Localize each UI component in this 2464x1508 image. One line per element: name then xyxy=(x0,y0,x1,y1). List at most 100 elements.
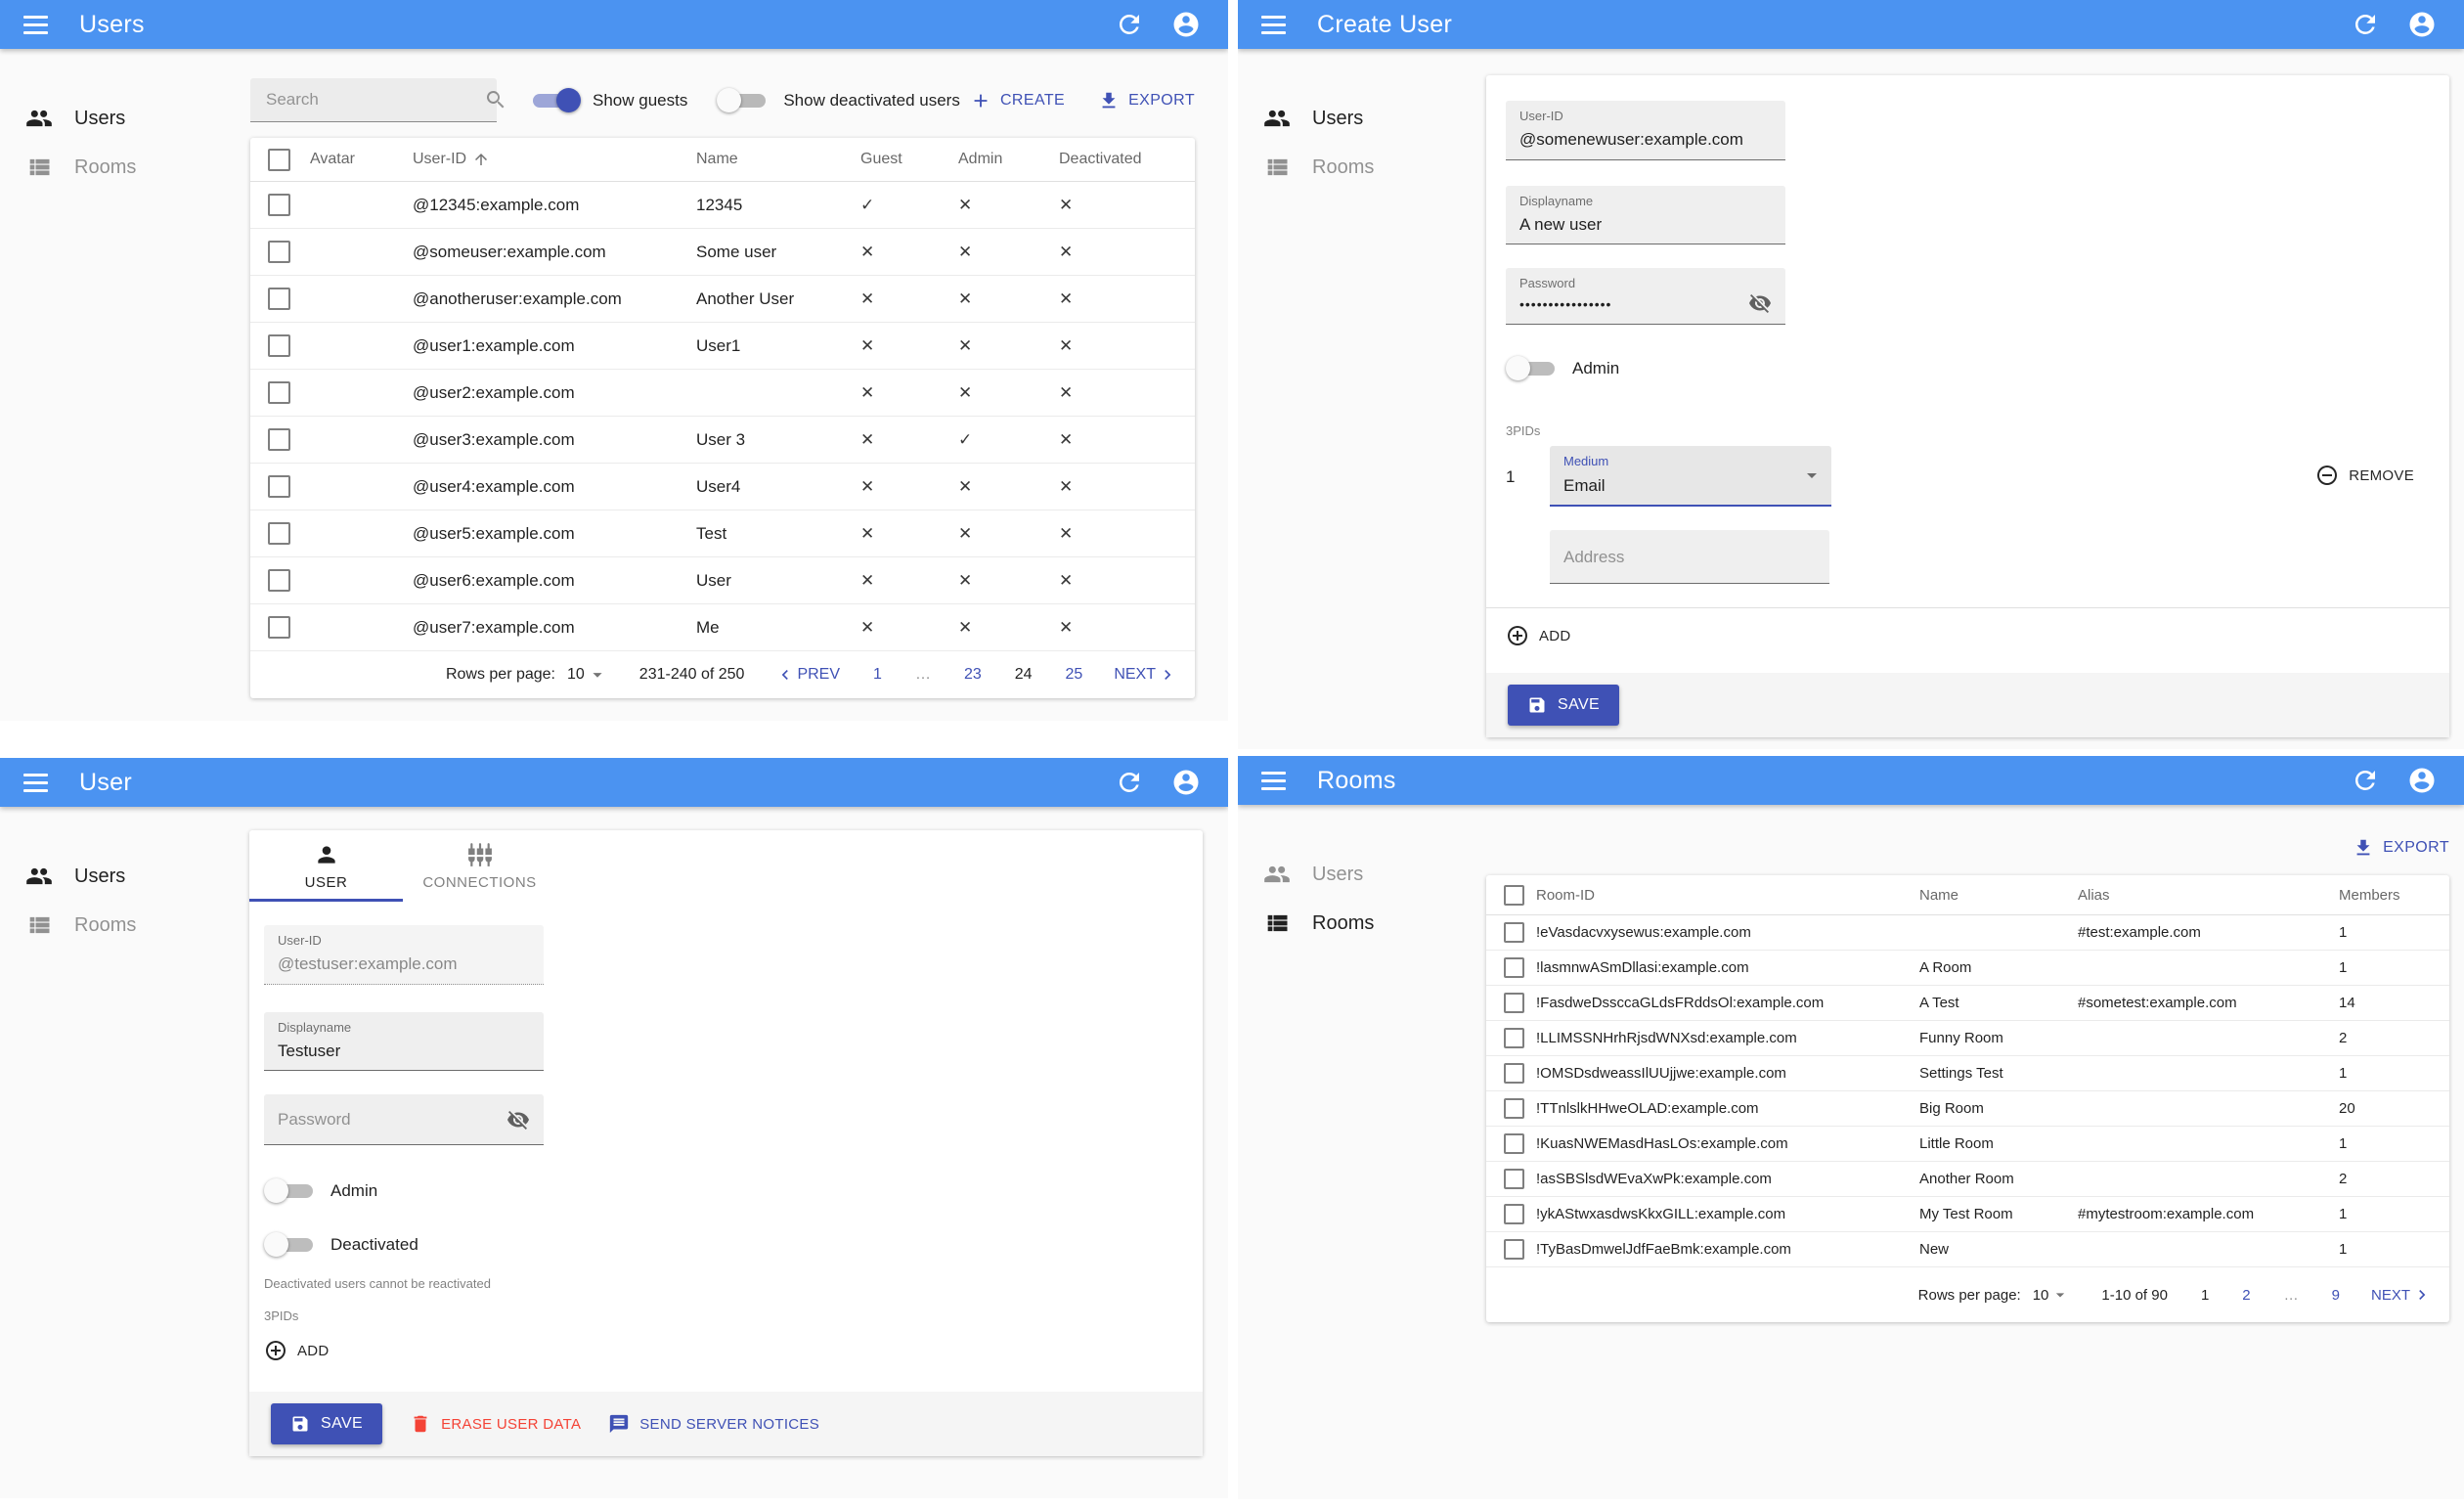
row-checkbox[interactable] xyxy=(268,522,290,545)
col-user-id[interactable]: User-ID xyxy=(412,138,695,182)
refresh-icon[interactable] xyxy=(1115,768,1144,797)
sidebar-item-users[interactable]: Users xyxy=(0,852,235,901)
col-room-id[interactable]: Room-ID xyxy=(1535,875,1918,915)
row-checkbox[interactable] xyxy=(268,616,290,639)
show-deactivated-switch[interactable] xyxy=(717,88,771,112)
admin-switch[interactable] xyxy=(1506,356,1561,381)
row-checkbox[interactable] xyxy=(1504,1028,1524,1048)
row-checkbox[interactable] xyxy=(268,334,290,357)
row-checkbox[interactable] xyxy=(1504,1239,1524,1260)
row-checkbox[interactable] xyxy=(268,194,290,216)
room-id-cell[interactable]: !TTnlslkHHweOLAD:example.com xyxy=(1535,1090,1918,1127)
row-checkbox[interactable] xyxy=(1504,922,1524,943)
sidebar-item-rooms[interactable]: Rooms xyxy=(0,143,235,192)
user-id-cell[interactable]: @user5:example.com xyxy=(412,510,695,557)
user-id-cell[interactable]: @someuser:example.com xyxy=(412,228,695,276)
user-id-cell[interactable]: @anotheruser:example.com xyxy=(412,275,695,323)
select-all-checkbox[interactable] xyxy=(268,148,290,171)
room-id-cell[interactable]: !LLIMSSNHrhRjsdWNXsd:example.com xyxy=(1535,1020,1918,1056)
room-id-cell[interactable]: !eVasdacvxysewus:example.com xyxy=(1535,914,1918,951)
menu-icon[interactable] xyxy=(23,11,48,39)
row-checkbox[interactable] xyxy=(268,475,290,498)
col-members[interactable]: Members xyxy=(2327,875,2449,915)
room-id-cell[interactable]: !ykAStwxasdwsKkxGILL:example.com xyxy=(1535,1196,1918,1232)
col-admin[interactable]: Admin xyxy=(957,138,1058,182)
account-icon[interactable] xyxy=(2407,10,2437,39)
row-checkbox[interactable] xyxy=(268,288,290,310)
row-checkbox[interactable] xyxy=(1504,993,1524,1013)
sidebar-item-rooms[interactable]: Rooms xyxy=(1238,143,1473,192)
send-server-notices-button[interactable]: SEND SERVER NOTICES xyxy=(608,1413,819,1435)
displayname-field[interactable]: Displayname A new user xyxy=(1506,185,1785,244)
user-id-cell[interactable]: @user1:example.com xyxy=(412,322,695,370)
deactivated-toggle[interactable]: Deactivated xyxy=(264,1232,1203,1257)
row-checkbox[interactable] xyxy=(1504,1169,1524,1189)
room-id-cell[interactable]: !lasmnwASmDllasi:example.com xyxy=(1535,950,1918,986)
next-button[interactable]: NEXT xyxy=(2371,1285,2432,1305)
add-button[interactable]: ADD xyxy=(1506,624,2430,647)
row-checkbox[interactable] xyxy=(1504,1063,1524,1084)
sidebar-item-rooms[interactable]: Rooms xyxy=(0,901,235,950)
page-link[interactable]: 24 xyxy=(1015,666,1033,684)
account-icon[interactable] xyxy=(1171,768,1201,797)
row-checkbox[interactable] xyxy=(268,241,290,263)
admin-toggle[interactable]: Admin xyxy=(1506,356,2430,381)
page-link[interactable]: 23 xyxy=(964,666,982,684)
save-button[interactable]: SAVE xyxy=(271,1403,383,1444)
export-button[interactable]: EXPORT xyxy=(2353,837,2449,859)
erase-user-data-button[interactable]: ERASE USER DATA xyxy=(410,1413,581,1435)
refresh-icon[interactable] xyxy=(2351,10,2380,39)
col-name[interactable]: Name xyxy=(1918,875,2077,915)
sidebar-item-rooms[interactable]: Rooms xyxy=(1238,899,1473,948)
user-id-field[interactable]: User-ID @somenewuser:example.com xyxy=(1506,101,1785,160)
room-id-cell[interactable]: !KuasNWEMasdHasLOs:example.com xyxy=(1535,1126,1918,1162)
user-id-cell[interactable]: @user7:example.com xyxy=(412,603,695,651)
room-id-cell[interactable]: !OMSDsdweassIlUUjjwe:example.com xyxy=(1535,1055,1918,1091)
page-link[interactable]: 25 xyxy=(1066,666,1083,684)
admin-toggle[interactable]: Admin xyxy=(264,1178,1203,1203)
create-button[interactable]: CREATE xyxy=(970,90,1065,111)
save-button[interactable]: SAVE xyxy=(1508,685,1620,726)
next-button[interactable]: NEXT xyxy=(1114,665,1177,685)
row-checkbox[interactable] xyxy=(268,428,290,451)
show-guests-toggle[interactable]: Show guests xyxy=(526,88,687,112)
admin-switch[interactable] xyxy=(264,1178,319,1203)
rows-per-page-select[interactable]: 10 xyxy=(2033,1285,2071,1305)
page-link[interactable]: 1 xyxy=(2201,1287,2209,1304)
show-deactivated-toggle[interactable]: Show deactivated users xyxy=(717,88,960,112)
export-button[interactable]: EXPORT xyxy=(1098,90,1195,111)
user-id-cell[interactable]: @user4:example.com xyxy=(412,463,695,510)
account-icon[interactable] xyxy=(2407,766,2437,795)
tab-user[interactable]: USER xyxy=(249,830,403,902)
user-id-cell[interactable]: @user6:example.com xyxy=(412,556,695,604)
show-guests-switch[interactable] xyxy=(526,88,581,112)
page-link[interactable]: 1 xyxy=(873,666,882,684)
user-id-cell[interactable]: @user2:example.com xyxy=(412,369,695,417)
displayname-field[interactable]: Displayname Testuser xyxy=(264,1011,544,1071)
prev-button[interactable]: PREV xyxy=(775,665,840,685)
col-name[interactable]: Name xyxy=(695,138,859,182)
sidebar-item-users[interactable]: Users xyxy=(0,94,235,143)
room-id-cell[interactable]: !TyBasDmwelJdfFaeBmk:example.com xyxy=(1535,1231,1918,1267)
tab-connections[interactable]: CONNECTIONS xyxy=(403,830,556,902)
row-checkbox[interactable] xyxy=(268,381,290,404)
row-checkbox[interactable] xyxy=(1504,1098,1524,1119)
remove-button[interactable]: REMOVE xyxy=(2315,464,2414,487)
row-checkbox[interactable] xyxy=(1504,1133,1524,1154)
col-alias[interactable]: Alias xyxy=(2077,875,2327,915)
visibility-off-icon[interactable] xyxy=(506,1108,530,1131)
sidebar-item-users[interactable]: Users xyxy=(1238,94,1473,143)
menu-icon[interactable] xyxy=(1261,767,1286,795)
medium-select[interactable]: Medium Email xyxy=(1550,446,1831,507)
room-id-cell[interactable]: !asSBSlsdWEvaXwPk:example.com xyxy=(1535,1161,1918,1197)
rows-per-page-select[interactable]: 10 xyxy=(567,664,608,686)
deactivated-switch[interactable] xyxy=(264,1232,319,1257)
select-all-checkbox[interactable] xyxy=(1504,884,1524,906)
refresh-icon[interactable] xyxy=(1115,10,1144,39)
account-icon[interactable] xyxy=(1171,10,1201,39)
refresh-icon[interactable] xyxy=(2351,766,2380,795)
page-link[interactable]: 2 xyxy=(2242,1287,2250,1304)
room-id-cell[interactable]: !FasdweDssccaGLdsFRddsOl:example.com xyxy=(1535,985,1918,1021)
password-field[interactable]: Password •••••••••••••••• xyxy=(1506,268,1785,326)
address-field[interactable]: Address xyxy=(1550,529,1829,584)
